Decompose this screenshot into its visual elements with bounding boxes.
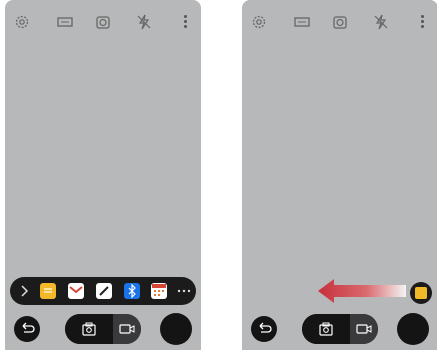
settings-icon[interactable] bbox=[251, 14, 267, 30]
settings-icon[interactable] bbox=[14, 14, 30, 30]
back-icon bbox=[22, 322, 35, 333]
camera-bottom-bar bbox=[242, 308, 437, 350]
camera-screen-right bbox=[242, 0, 437, 350]
mode-switch[interactable] bbox=[302, 314, 378, 344]
video-mode-button[interactable] bbox=[113, 314, 141, 344]
flash-off-icon[interactable] bbox=[373, 14, 389, 30]
photo-mode-button[interactable] bbox=[302, 314, 350, 344]
gmail-app-icon[interactable] bbox=[68, 283, 84, 299]
camera-top-bar bbox=[242, 0, 437, 44]
memo-app-icon[interactable] bbox=[410, 282, 432, 304]
video-mode-icon bbox=[356, 324, 372, 334]
video-mode-button[interactable] bbox=[350, 314, 378, 344]
pen-app-icon[interactable] bbox=[96, 283, 112, 299]
aspect-ratio-icon[interactable] bbox=[57, 14, 73, 30]
camera-top-bar bbox=[5, 0, 201, 44]
video-mode-icon bbox=[119, 324, 135, 334]
app-dock bbox=[10, 277, 196, 305]
flash-off-icon[interactable] bbox=[136, 14, 152, 30]
calendar-app-icon[interactable] bbox=[151, 283, 167, 299]
memo-app-icon[interactable] bbox=[40, 283, 56, 299]
back-button[interactable] bbox=[14, 316, 40, 342]
chevron-right-icon[interactable] bbox=[16, 283, 32, 299]
more-vert-icon[interactable] bbox=[419, 13, 425, 31]
aspect-ratio-icon[interactable] bbox=[294, 14, 310, 30]
bluetooth-app-icon[interactable] bbox=[124, 283, 140, 299]
more-vert-icon[interactable] bbox=[182, 13, 188, 31]
timer-icon[interactable] bbox=[95, 14, 111, 30]
more-horiz-icon[interactable] bbox=[176, 283, 192, 299]
photo-mode-icon bbox=[319, 322, 333, 336]
mode-switch[interactable] bbox=[65, 314, 141, 344]
camera-screen-left bbox=[5, 0, 201, 350]
shutter-button[interactable] bbox=[160, 313, 192, 345]
shutter-button[interactable] bbox=[397, 313, 429, 345]
timer-icon[interactable] bbox=[332, 14, 348, 30]
camera-bottom-bar bbox=[5, 308, 201, 350]
photo-mode-icon bbox=[82, 322, 96, 336]
back-icon bbox=[259, 322, 272, 333]
back-button[interactable] bbox=[251, 316, 277, 342]
photo-mode-button[interactable] bbox=[65, 314, 113, 344]
swipe-left-arrow-icon bbox=[318, 279, 406, 303]
